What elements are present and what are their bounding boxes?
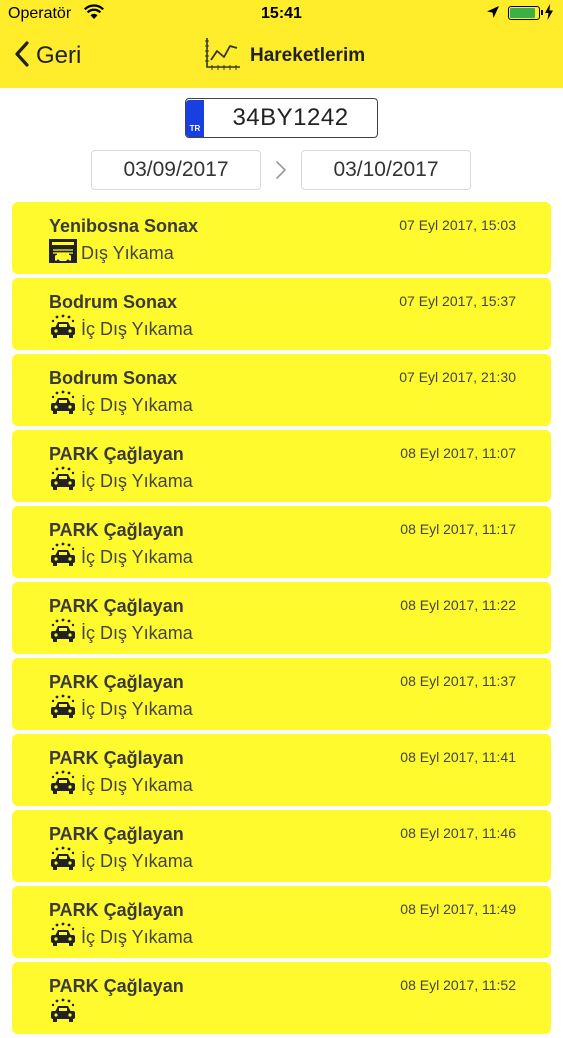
- plate-number: 34BY1242: [232, 104, 349, 131]
- transaction-item[interactable]: PARK Çağlayan 08 Eyl 2017, 11:17 İç Dış Yı…: [12, 506, 551, 578]
- clock: 15:41: [261, 5, 302, 22]
- car-wash-full-icon: [48, 998, 78, 1029]
- transaction-service-label: İç Dış Yıkama: [81, 622, 193, 643]
- navigation-bar: Operatör 15:41 Geri Hareketlerim: [0, 0, 563, 88]
- transaction-service: [48, 998, 81, 1029]
- car-wash-full-icon: [48, 314, 78, 345]
- transaction-service: İç Dış Yıkama: [48, 466, 193, 497]
- transaction-location: PARK Çağlayan: [49, 900, 184, 920]
- chevron-right-icon: [273, 158, 289, 187]
- transaction-service: Dış Yıkama: [48, 238, 174, 269]
- transaction-date: 08 Eyl 2017, 11:07: [400, 445, 516, 461]
- transaction-item[interactable]: PARK Çağlayan 08 Eyl 2017, 11:52: [12, 962, 551, 1034]
- transaction-service: İç Dış Yıkama: [48, 770, 193, 801]
- transaction-service: İç Dış Yıkama: [48, 846, 193, 877]
- transaction-date: 07 Eyl 2017, 15:37: [399, 293, 516, 309]
- charging-bolt-icon: [544, 4, 554, 25]
- car-wash-full-icon: [48, 694, 78, 725]
- transaction-service-label: İç Dış Yıkama: [81, 850, 193, 871]
- transaction-location: Bodrum Sonax: [49, 292, 178, 312]
- transaction-list: Yenibosna Sonax 07 Eyl 2017, 15:03 Dış Yık…: [12, 202, 551, 1038]
- transaction-date: 08 Eyl 2017, 11:37: [400, 673, 516, 689]
- transaction-location: PARK Çağlayan: [49, 824, 184, 844]
- page-title: Hareketlerim: [204, 36, 366, 77]
- transaction-item[interactable]: PARK Çağlayan 08 Eyl 2017, 11:46 İç Dış Yı…: [12, 810, 551, 882]
- transaction-item[interactable]: PARK Çağlayan 08 Eyl 2017, 11:41 İç Dış Yı…: [12, 734, 551, 806]
- transaction-service: İç Dış Yıkama: [48, 922, 193, 953]
- transaction-date: 07 Eyl 2017, 15:03: [399, 217, 516, 233]
- location-arrow-icon: [486, 5, 500, 24]
- transaction-item[interactable]: PARK Çağlayan 08 Eyl 2017, 11:49 İç Dış Yı…: [12, 886, 551, 958]
- battery-level: [510, 8, 535, 18]
- car-wash-full-icon: [48, 770, 78, 801]
- transaction-item[interactable]: PARK Çağlayan 08 Eyl 2017, 11:22 İç Dış Yı…: [12, 582, 551, 654]
- end-date-field[interactable]: 03/10/2017: [301, 150, 471, 190]
- transaction-item[interactable]: Bodrum Sonax 07 Eyl 2017, 15:37 İç Dış Yık…: [12, 278, 551, 350]
- battery-icon: [508, 6, 543, 20]
- transaction-date: 08 Eyl 2017, 11:41: [400, 749, 516, 765]
- transaction-service: İç Dış Yıkama: [48, 390, 193, 421]
- transaction-item[interactable]: PARK Çağlayan 08 Eyl 2017, 11:07 İç Dış Yı…: [12, 430, 551, 502]
- transaction-service-label: İç Dış Yıkama: [81, 774, 193, 795]
- page-title-text: Hareketlerim: [250, 45, 366, 66]
- transaction-service-label: İç Dış Yıkama: [81, 470, 193, 491]
- transaction-location: PARK Çağlayan: [49, 444, 184, 464]
- transaction-location: Bodrum Sonax: [49, 368, 178, 388]
- transaction-date: 08 Eyl 2017, 11:17: [400, 521, 516, 537]
- transaction-location: PARK Çağlayan: [49, 976, 184, 996]
- transaction-service-label: İç Dış Yıkama: [81, 698, 193, 719]
- transaction-service-label: İç Dış Yıkama: [81, 318, 193, 339]
- start-date-field[interactable]: 03/09/2017: [91, 150, 261, 190]
- car-wash-full-icon: [48, 542, 78, 573]
- transaction-service: İç Dış Yıkama: [48, 314, 193, 345]
- status-bar: Operatör 15:41: [0, 0, 563, 30]
- transaction-location: PARK Çağlayan: [49, 748, 184, 768]
- car-wash-full-icon: [48, 390, 78, 421]
- transaction-date: 08 Eyl 2017, 11:22: [400, 597, 516, 613]
- chevron-left-icon: [14, 40, 30, 73]
- transaction-service: İç Dış Yıkama: [48, 542, 193, 573]
- back-label: Geri: [36, 42, 82, 69]
- car-wash-full-icon: [48, 466, 78, 497]
- car-wash-full-icon: [48, 922, 78, 953]
- transaction-location: PARK Çağlayan: [49, 672, 184, 692]
- transaction-date: 08 Eyl 2017, 11:52: [400, 977, 516, 993]
- transaction-location: PARK Çağlayan: [49, 596, 184, 616]
- transaction-service-label: Dış Yıkama: [81, 242, 174, 263]
- transaction-service-label: İç Dış Yıkama: [81, 546, 193, 567]
- transaction-date: 08 Eyl 2017, 11:49: [400, 901, 516, 917]
- transaction-service: İç Dış Yıkama: [48, 694, 193, 725]
- car-wash-exterior-icon: [48, 238, 78, 269]
- transaction-location: PARK Çağlayan: [49, 520, 184, 540]
- back-button[interactable]: Geri: [14, 40, 81, 72]
- transaction-service-label: İç Dış Yıkama: [81, 394, 193, 415]
- transaction-service: İç Dış Yıkama: [48, 618, 193, 649]
- transaction-location: Yenibosna Sonax: [49, 216, 199, 236]
- transaction-date: 07 Eyl 2017, 21:30: [399, 369, 516, 385]
- transaction-service-label: İç Dış Yıkama: [81, 926, 193, 947]
- car-wash-full-icon: [48, 846, 78, 877]
- line-chart-icon: [204, 36, 242, 77]
- license-plate-selector[interactable]: TR 34BY1242: [185, 98, 378, 138]
- transaction-item[interactable]: Bodrum Sonax 07 Eyl 2017, 21:30 İç Dış Yık…: [12, 354, 551, 426]
- car-wash-full-icon: [48, 618, 78, 649]
- transaction-item[interactable]: PARK Çağlayan 08 Eyl 2017, 11:37 İç Dış Yı…: [12, 658, 551, 730]
- transaction-item[interactable]: Yenibosna Sonax 07 Eyl 2017, 15:03 Dış Yık…: [12, 202, 551, 274]
- transaction-date: 08 Eyl 2017, 11:46: [400, 825, 516, 841]
- plate-country-band: TR: [186, 99, 204, 137]
